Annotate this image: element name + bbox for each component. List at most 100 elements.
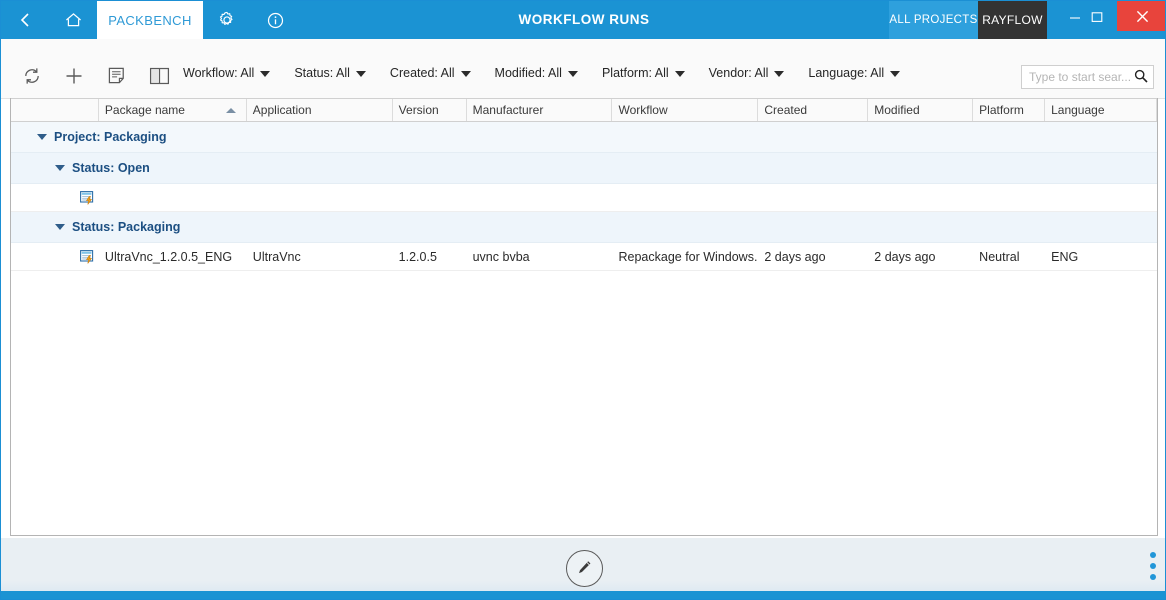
plus-icon <box>64 66 84 89</box>
group-header-row[interactable]: Status: Open <box>11 153 1157 184</box>
column-header-platform[interactable]: Platform <box>973 99 1046 121</box>
cell-language: ENG <box>1045 250 1157 264</box>
cell-platform: x64 <box>973 191 1045 205</box>
edit-button[interactable] <box>566 550 603 587</box>
tab-rayflow-label: RAYFLOW <box>982 13 1043 27</box>
cell-application: Office Tab Enterprise <box>247 191 393 205</box>
filter-vendor-label: Vendor: All <box>708 66 769 80</box>
cell-text: Repackage for Windows... <box>618 249 759 264</box>
column-header-application[interactable]: Application <box>247 99 393 121</box>
home-button[interactable] <box>49 1 97 39</box>
filter-status[interactable]: Status: All <box>294 66 366 80</box>
refresh-icon <box>22 66 42 89</box>
cell-created: 2 days ago <box>758 250 868 264</box>
tab-rayflow[interactable]: RAYFLOW <box>978 1 1047 39</box>
packbench-window: PACKBENCH WORKFLOW RUNS ALL PROJECTS RAY… <box>0 0 1166 600</box>
edit-note-icon <box>107 66 128 89</box>
column-header-version[interactable]: Version <box>393 99 467 121</box>
grid-header-row: Package name Application Version Manufactur… <box>11 98 1157 122</box>
group-header-label: Status: Open <box>72 161 150 175</box>
cell-platform: Neutral <box>973 250 1045 264</box>
filter-bar: Workflow: All Status: All Created: All M… <box>183 66 924 80</box>
table-row[interactable]: OfficeTabEnterprise_9.51... Office Tab En… <box>11 184 1157 212</box>
cell-workflow: Repackage for Windows... <box>612 250 758 264</box>
column-header-label: Manufacturer <box>472 103 544 117</box>
chevron-down-icon <box>774 71 785 77</box>
toolbar: Workflow: All Status: All Created: All M… <box>1 39 1165 99</box>
column-header-manufacturer[interactable]: Manufacturer <box>467 99 613 121</box>
add-button[interactable] <box>57 60 91 94</box>
sort-ascending-icon <box>225 107 236 113</box>
column-header-created[interactable]: Created <box>758 99 869 121</box>
tab-all-projects[interactable]: ALL PROJECTS <box>889 1 978 39</box>
group-header-label: Status: Packaging <box>72 220 181 234</box>
refresh-button[interactable] <box>15 60 49 94</box>
package-run-icon <box>79 249 95 264</box>
chevron-down-icon <box>890 71 901 77</box>
cell-text: 1.2.0.5 <box>398 249 437 264</box>
cell-indicator <box>11 190 99 205</box>
tab-packbench[interactable]: PACKBENCH <box>97 1 203 39</box>
settings-button[interactable] <box>203 1 251 39</box>
chevron-down-icon <box>355 71 366 77</box>
cell-text: UltraVnc_1.2.0.5_ENG <box>104 249 233 264</box>
table-row[interactable]: UltraVnc_1.2.0.5_ENG UltraVnc 1.2.0.5 uvnc … <box>11 243 1157 271</box>
search-box[interactable] <box>1021 65 1154 89</box>
cell-text: 2 days ago <box>874 249 936 264</box>
cell-application: UltraVnc <box>247 250 393 264</box>
maximize-button[interactable] <box>1077 1 1117 33</box>
group-expand-toggle-icon[interactable] <box>55 224 65 230</box>
cell-modified: 2 days ago <box>868 191 973 205</box>
column-header-workflow[interactable]: Workflow <box>612 99 759 121</box>
column-header-language[interactable]: Language <box>1045 99 1157 121</box>
cell-text: 2 days ago <box>764 190 826 205</box>
split-panel-icon <box>149 67 170 88</box>
column-header-label: Created <box>764 103 808 117</box>
column-header-indicator[interactable] <box>11 99 99 121</box>
info-icon <box>267 12 284 29</box>
cell-text: uvnc bvba <box>472 249 530 264</box>
cell-version: 9.51 <box>393 191 467 205</box>
column-header-package_name[interactable]: Package name <box>99 99 247 121</box>
filter-platform[interactable]: Platform: All <box>602 66 685 80</box>
group-header-row[interactable]: Project: Packaging <box>11 122 1157 153</box>
filter-workflow[interactable]: Workflow: All <box>183 66 271 80</box>
bottom-accent-strip <box>1 591 1165 599</box>
split-panel-button[interactable] <box>142 60 176 94</box>
edit-note-button[interactable] <box>100 60 134 94</box>
tab-all-projects-label: ALL PROJECTS <box>889 14 978 26</box>
vertical-ellipsis-icon <box>1150 552 1156 580</box>
filter-created-label: Created: All <box>389 66 455 80</box>
cell-manufacturer: Detong Technology Ltd. <box>467 191 613 205</box>
filter-modified[interactable]: Modified: All <box>495 66 578 80</box>
column-header-label: Workflow <box>618 103 668 117</box>
cell-language: ENG <box>1045 191 1157 205</box>
cell-text: UltraVnc <box>252 249 301 264</box>
tab-packbench-label: PACKBENCH <box>108 12 192 28</box>
workflow-runs-grid: Package name Application Version Manufactur… <box>10 98 1158 536</box>
search-icon[interactable] <box>1134 69 1148 86</box>
filter-created[interactable]: Created: All <box>390 66 471 80</box>
cell-text: 9.51 <box>398 190 424 205</box>
filter-language[interactable]: Language: All <box>808 66 901 80</box>
filter-vendor[interactable]: Vendor: All <box>709 66 785 80</box>
filter-workflow-label: Workflow: All <box>183 66 255 80</box>
chevron-down-icon <box>260 71 271 77</box>
close-button[interactable] <box>1117 1 1165 31</box>
cell-created: 2 days ago <box>758 191 868 205</box>
cell-text: 2 days ago <box>764 249 826 264</box>
search-input[interactable] <box>1027 69 1134 85</box>
cell-package_name: OfficeTabEnterprise_9.51... <box>99 191 247 205</box>
back-button[interactable] <box>1 1 49 39</box>
column-header-label: Application <box>252 103 312 117</box>
cell-text: ENG <box>1051 190 1079 205</box>
gear-icon <box>218 11 236 29</box>
group-header-row[interactable]: Status: Packaging <box>11 212 1157 243</box>
cell-version: 1.2.0.5 <box>393 250 467 264</box>
more-menu-button[interactable] <box>1150 552 1156 580</box>
group-expand-toggle-icon[interactable] <box>55 165 65 171</box>
column-header-modified[interactable]: Modified <box>868 99 974 121</box>
info-button[interactable] <box>251 1 299 39</box>
group-expand-toggle-icon[interactable] <box>37 134 47 140</box>
chevron-down-icon <box>567 71 578 77</box>
